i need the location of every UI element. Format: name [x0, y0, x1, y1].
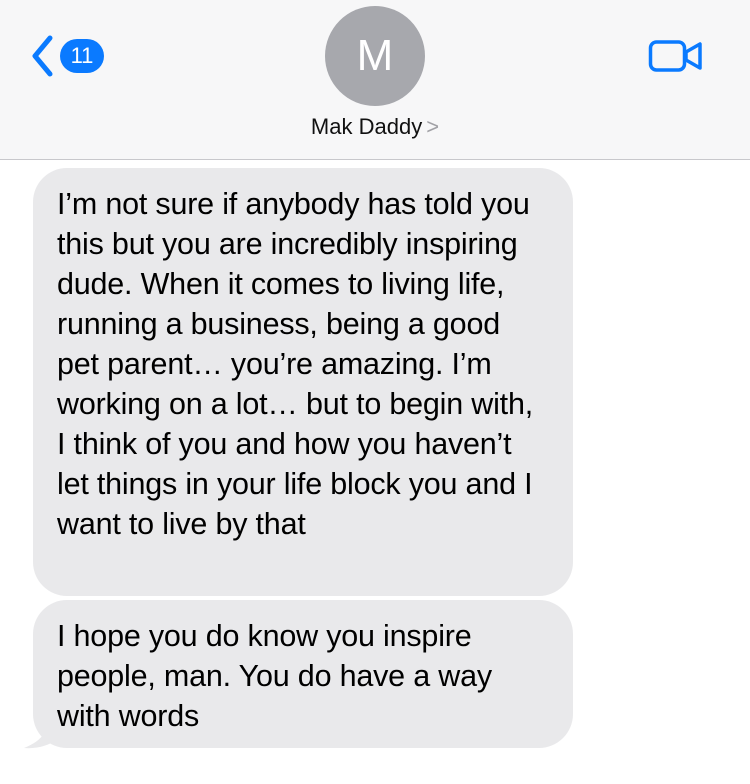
message-thread[interactable]: I’m not sure if anybody has told you thi…: [0, 160, 750, 784]
facetime-video-button[interactable]: [648, 38, 704, 79]
conversation-header: 11 M Mak Daddy >: [0, 0, 750, 160]
message-text: I hope you do know you inspire people, m…: [57, 619, 492, 733]
video-camera-icon: [648, 40, 702, 72]
message-text: I’m not sure if anybody has told you thi…: [57, 187, 533, 541]
contact-name-button[interactable]: Mak Daddy >: [0, 114, 750, 144]
unread-count-badge: 11: [60, 39, 104, 73]
avatar-initial: M: [356, 31, 394, 80]
chevron-right-icon: >: [426, 114, 440, 139]
contact-name-label: Mak Daddy: [310, 114, 423, 139]
incoming-message-bubble[interactable]: I hope you do know you inspire people, m…: [33, 600, 573, 748]
bubble-tail: [24, 716, 56, 749]
contact-avatar[interactable]: M: [325, 6, 425, 106]
incoming-message-bubble[interactable]: I’m not sure if anybody has told you thi…: [33, 168, 573, 596]
back-button[interactable]: 11: [30, 34, 104, 78]
chevron-left-icon: [32, 35, 53, 77]
